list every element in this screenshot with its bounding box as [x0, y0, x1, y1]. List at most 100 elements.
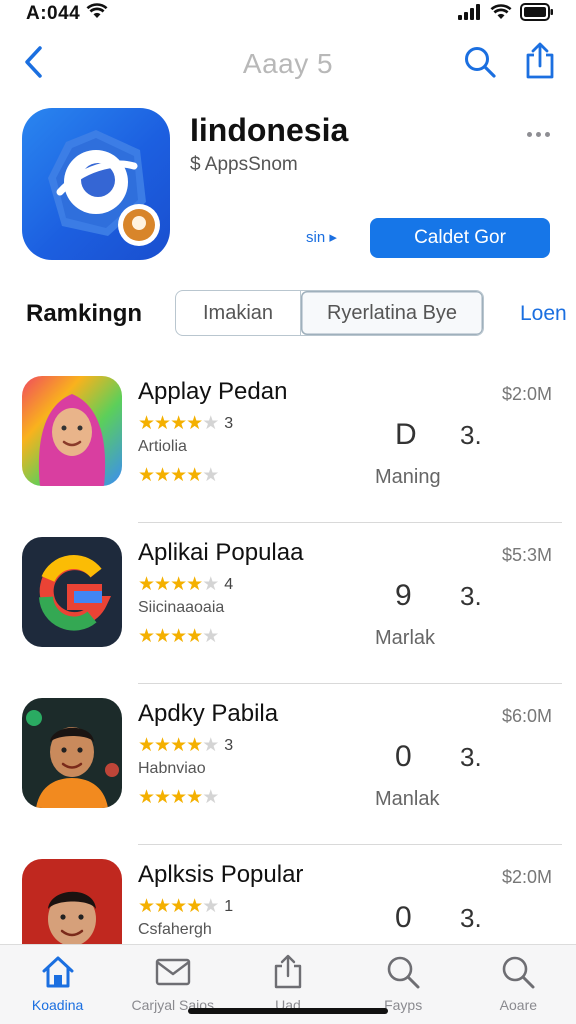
star-icon: ★: [170, 626, 187, 647]
home-indicator[interactable]: [188, 1008, 388, 1014]
tab-label: Koadina: [31, 997, 84, 1013]
app-title: Iindonesia: [190, 112, 349, 148]
star-icon: ★: [138, 413, 155, 434]
star-icon: ★: [138, 787, 155, 808]
cellular-signal-icon: [458, 3, 482, 25]
more-dot-icon: [535, 131, 541, 137]
rank-value: 0: [395, 901, 412, 934]
star-icon: ★: [138, 626, 155, 647]
rating-stars: ★★★★★: [138, 413, 219, 434]
segment-option-1[interactable]: Imakian: [176, 291, 301, 335]
star-icon: ★: [138, 735, 155, 756]
star-icon: ★: [154, 574, 171, 595]
star-icon: ★: [186, 787, 203, 808]
rank-value: 9: [395, 579, 412, 612]
app-name: Apdky Pabila: [138, 700, 279, 727]
rating-bottom: ★ ★ ★ ★ ★: [138, 626, 219, 647]
star-icon: ★: [170, 413, 187, 434]
rank-value: 0: [395, 740, 412, 773]
star-icon: ★: [170, 735, 187, 756]
star-icon: ★: [186, 626, 203, 647]
star-icon: ★: [138, 896, 155, 917]
list-item[interactable]: Aplikai Populaa $5:3M ★★★★★ 4 Siicinaaoa…: [0, 523, 576, 684]
search-icon: [499, 953, 537, 991]
star-icon: ★: [186, 896, 203, 917]
rating-count: 4: [224, 576, 234, 593]
get-button[interactable]: Caldet Gor: [370, 218, 550, 258]
app-icon: [22, 108, 170, 260]
star-icon: ★: [202, 735, 219, 756]
more-options-button[interactable]: [522, 122, 554, 146]
rating-top: ★★★★★ 4: [138, 575, 233, 595]
rating-bottom: ★ ★ ★ ★ ★: [138, 787, 219, 808]
star-icon: ★: [170, 574, 187, 595]
mail-icon: [154, 953, 192, 991]
app-status: Maning: [375, 466, 441, 488]
rating-stars: ★★★★★: [138, 735, 219, 756]
rating-top: ★★★★★ 3: [138, 736, 233, 756]
app-list: Applay Pedan $2:0M ★★★★★ 3 Artiolia ★ ★ ★ ★…: [0, 362, 576, 1006]
tab-bar: Koadina Carjyal Saios Uad Fayps Aoare: [0, 944, 576, 1024]
rank-change: 3.: [460, 420, 482, 450]
segment-option-2[interactable]: Ryerlatina Bye: [301, 291, 483, 335]
app-price: $2:0M: [501, 384, 552, 404]
app-name: Applay Pedan: [138, 378, 288, 405]
star-icon: ★: [202, 413, 219, 434]
app-status: Manlak: [375, 788, 440, 810]
share-button[interactable]: [520, 42, 560, 84]
search-button[interactable]: [460, 44, 500, 84]
rank-change: 3.: [460, 903, 482, 933]
star-icon: ★: [154, 896, 171, 917]
star-icon: ★: [202, 787, 219, 808]
rating-count: 3: [224, 737, 234, 754]
star-icon: ★: [202, 896, 219, 917]
rank-change: 3.: [460, 581, 482, 611]
list-item[interactable]: Apdky Pabila $6:0M ★★★★★ 3 Habnviao ★ ★ ★ ★…: [0, 684, 576, 845]
star-icon: ★: [186, 735, 203, 756]
star-icon: ★: [138, 465, 155, 486]
app-status: Marlak: [375, 627, 436, 649]
status-bar: A:044: [0, 0, 576, 28]
app-header: Iindonesia $ AppsSnom sin ▸ Caldet Gor: [0, 106, 576, 266]
app-name: Aplikai Populaa: [138, 539, 304, 566]
section-title: Ramkingn: [26, 300, 143, 327]
rank-value: D: [395, 418, 417, 451]
star-icon: ★: [154, 413, 171, 434]
app-thumbnail: [22, 376, 122, 486]
tab-home[interactable]: Koadina: [0, 945, 115, 1024]
list-item[interactable]: Applay Pedan $2:0M ★★★★★ 3 Artiolia ★ ★ ★ ★…: [0, 362, 576, 523]
star-icon: ★: [202, 574, 219, 595]
wifi-icon: [490, 3, 512, 25]
star-icon: ★: [202, 465, 219, 486]
nav-bar: Aaay 5: [0, 40, 576, 90]
app-category: Siicinaaoaia: [138, 599, 225, 616]
segmented-control: Imakian Ryerlatina Bye: [175, 290, 484, 336]
star-icon: ★: [170, 465, 187, 486]
star-icon: ★: [154, 787, 171, 808]
price-link[interactable]: sin ▸: [306, 228, 337, 246]
star-icon: ★: [154, 626, 171, 647]
more-dot-icon: [526, 131, 532, 137]
rating-count: 1: [224, 898, 234, 915]
tab-search-2[interactable]: Aoare: [461, 945, 576, 1024]
status-time: A:044: [26, 3, 81, 24]
search-icon: [463, 45, 497, 84]
rating-top: ★★★★★ 1: [138, 897, 233, 917]
rating-top: ★★★★★ 3: [138, 414, 233, 434]
app-name: Aplksis Popular: [138, 861, 304, 888]
star-icon: ★: [186, 574, 203, 595]
status-time-group: A:044: [26, 3, 108, 25]
see-more-link[interactable]: Loen: [520, 302, 567, 326]
app-price: $6:0M: [501, 706, 552, 726]
share-icon: [269, 953, 307, 991]
app-thumbnail: [22, 537, 122, 647]
rating-stars: ★★★★★: [138, 896, 219, 917]
star-icon: ★: [138, 574, 155, 595]
more-dot-icon: [544, 131, 550, 137]
app-category: Artiolia: [138, 438, 187, 455]
share-icon: [524, 42, 556, 85]
app-category: Csfahergh: [138, 921, 212, 938]
rating-stars: ★★★★★: [138, 574, 219, 595]
app-category: Habnviao: [138, 760, 206, 777]
ranking-section-header: Ramkingn Imakian Ryerlatina Bye Loen: [0, 290, 576, 338]
